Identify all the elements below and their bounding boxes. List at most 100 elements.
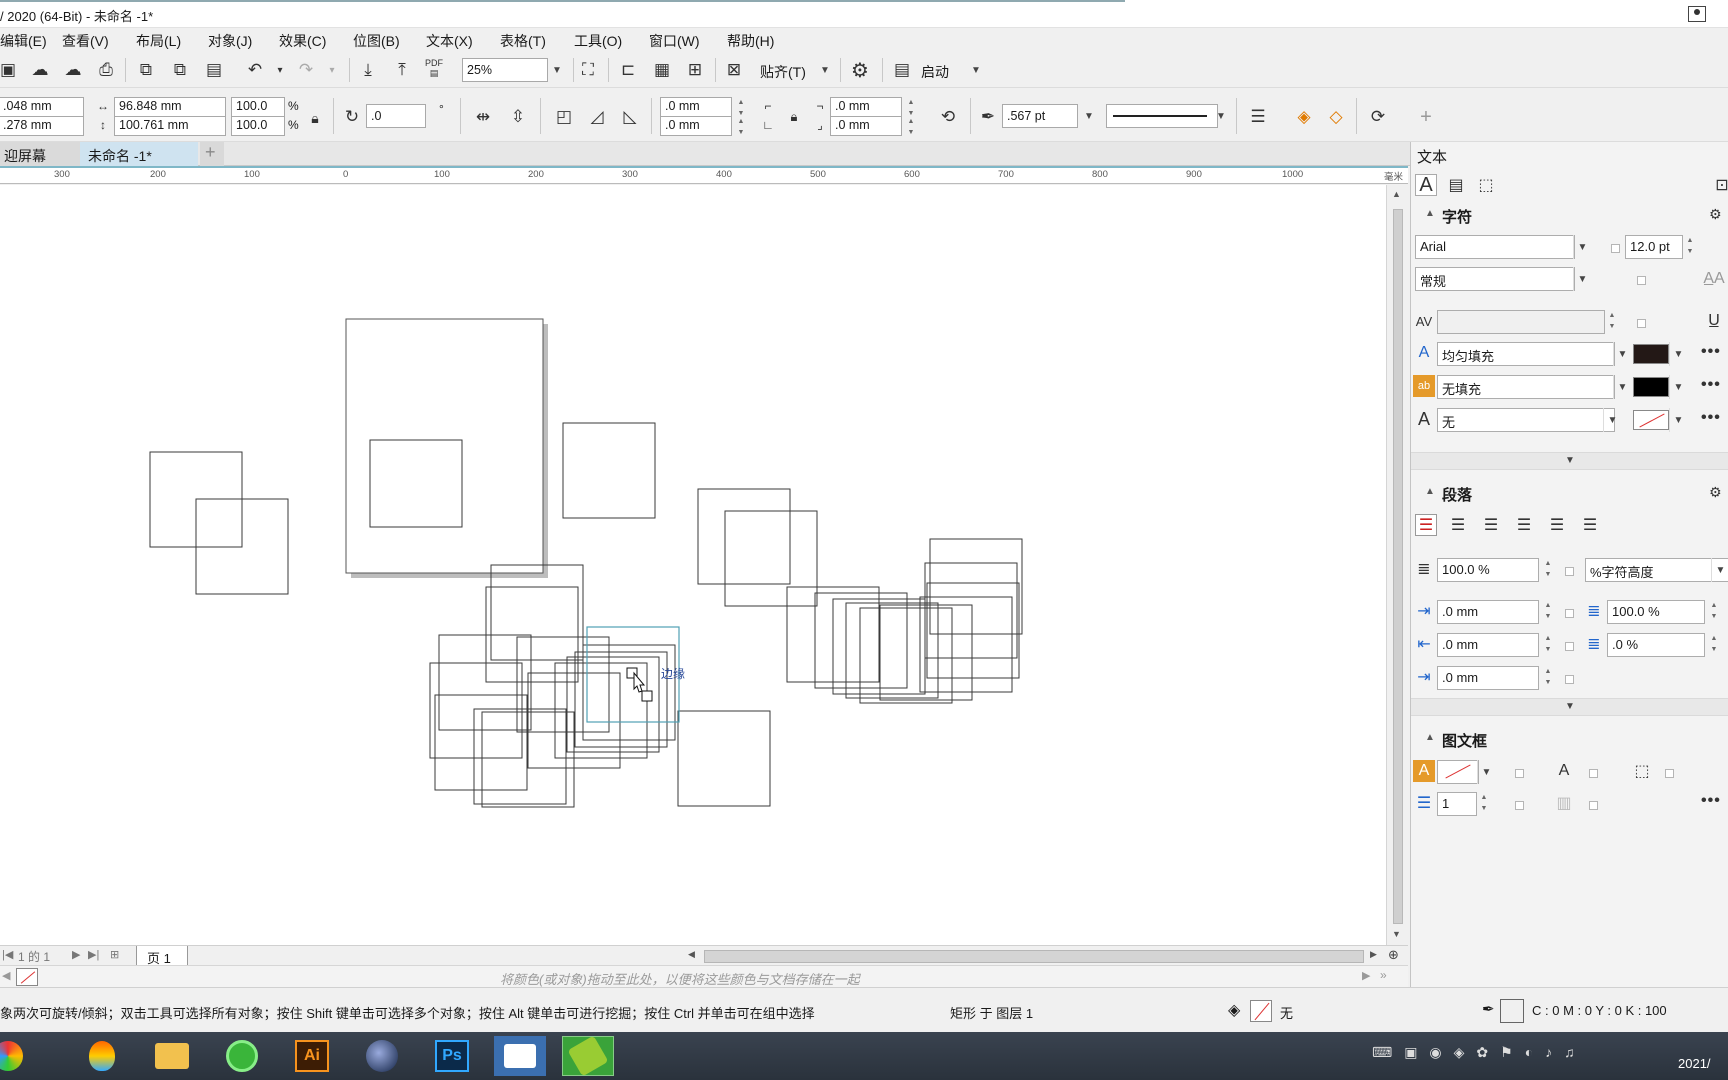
first-line-indent-field[interactable]: .0 mm: [1437, 600, 1539, 624]
rectangle[interactable]: [490, 564, 584, 661]
taskbar-cinema4d-icon[interactable]: [356, 1036, 408, 1076]
space-after-spinner[interactable]: ▲ ▼: [1707, 633, 1721, 657]
mirror-horizontal-icon[interactable]: ⇹: [471, 105, 495, 129]
collapse-triangle-icon[interactable]: ▲: [1425, 208, 1435, 219]
system-tray-icons[interactable]: ⌨▣◉◈✿⚑◐♪♫: [1372, 1044, 1587, 1061]
launch-icon[interactable]: ▤: [890, 58, 914, 82]
height-field[interactable]: 100.761 mm: [114, 116, 226, 136]
show-rulers-icon[interactable]: ⊏: [616, 58, 640, 82]
rectangle[interactable]: [697, 488, 791, 585]
taskbar-coreldraw-icon[interactable]: [562, 1035, 614, 1077]
menu-view[interactable]: 查看(V): [62, 31, 109, 51]
width-field[interactable]: 96.848 mm: [114, 97, 226, 117]
redo-icon[interactable]: ↷: [294, 58, 318, 82]
bg-fill-dropdown-icon[interactable]: ▼: [1613, 375, 1631, 399]
menu-object[interactable]: 对象(J): [208, 31, 252, 51]
first-page-icon[interactable]: |◀: [2, 948, 13, 961]
export-icon[interactable]: ⤒: [390, 58, 414, 82]
convert-to-curves-icon[interactable]: ⟳: [1366, 105, 1390, 129]
outline-color-swatch[interactable]: [1633, 410, 1669, 430]
frame-section-header[interactable]: ▲ 图文框: [1411, 726, 1728, 752]
vertical-scroll-thumb[interactable]: [1393, 209, 1403, 924]
outline-color-dropdown-icon[interactable]: ▼: [1669, 408, 1687, 432]
menu-table[interactable]: 表格(T): [500, 31, 546, 51]
zoom-navigator-icon[interactable]: ⊕: [1388, 947, 1399, 963]
snap-to-label[interactable]: 贴齐(T): [760, 62, 806, 82]
taskbar-illustrator-icon[interactable]: Ai: [286, 1036, 338, 1076]
rectangle[interactable]: [924, 562, 1018, 659]
copy-icon[interactable]: ⧉: [168, 58, 192, 82]
zoom-level-field[interactable]: 25%: [462, 58, 548, 82]
taskbar-video-icon[interactable]: [494, 1036, 546, 1076]
more-options-icon[interactable]: •••: [1701, 343, 1721, 361]
rectangle[interactable]: [814, 592, 908, 689]
align-left-icon[interactable]: ☰: [1447, 514, 1469, 536]
mirror-vertical-icon[interactable]: ⇳: [506, 105, 530, 129]
horizontal-scroll-thumb[interactable]: [704, 950, 1364, 963]
tab-welcome-screen[interactable]: 迎屏幕: [0, 142, 80, 166]
checkbox[interactable]: [1565, 567, 1574, 576]
lock-ratio-icon[interactable]: 🔒︎: [303, 106, 327, 130]
show-guidelines-icon[interactable]: ⊞: [683, 58, 707, 82]
scalloped-corner-icon[interactable]: ◿: [585, 105, 609, 129]
character-settings-gear-icon[interactable]: ⚙: [1709, 206, 1722, 223]
horizontal-ruler[interactable]: 300 200 100 0 100 200 300 400 500 600 70…: [0, 166, 1408, 184]
vertical-scrollbar[interactable]: ▲ ▼: [1386, 185, 1408, 945]
cloud-download-icon[interactable]: ☁: [28, 58, 52, 82]
checkbox[interactable]: [1637, 276, 1646, 285]
frame-color-field[interactable]: [1437, 760, 1479, 784]
font-size-field[interactable]: 12.0 pt: [1625, 235, 1683, 259]
checkbox[interactable]: [1589, 801, 1598, 810]
corner-radius-bottom-left[interactable]: .0 mm: [660, 116, 732, 136]
spinner-arrows[interactable]: ▲ ▼: [904, 97, 918, 117]
palette-scroll-right-icon[interactable]: ▶: [1362, 969, 1370, 982]
import-icon[interactable]: ⤓: [356, 58, 380, 82]
more-options-icon[interactable]: •••: [1701, 409, 1721, 427]
text-fill-color-swatch[interactable]: [1633, 344, 1669, 364]
paragraph-section-header[interactable]: ▲ 段落 ⚙: [1411, 480, 1728, 506]
checkbox[interactable]: [1589, 769, 1598, 778]
font-family-dropdown-icon[interactable]: ▼: [1573, 235, 1591, 259]
taskbar-folder-icon[interactable]: [146, 1036, 198, 1076]
frame-fit-icon[interactable]: ⬚: [1631, 760, 1653, 782]
font-family-field[interactable]: Arial: [1415, 235, 1575, 259]
rectangle[interactable]: [429, 662, 523, 759]
force-justify-icon[interactable]: ☰: [1579, 514, 1601, 536]
outline-color-indicator[interactable]: [1500, 999, 1524, 1023]
no-alignment-icon[interactable]: ☰: [1415, 514, 1437, 536]
rectangle[interactable]: [677, 710, 771, 807]
taskbar-browser-icon[interactable]: [216, 1036, 268, 1076]
collapse-triangle-icon[interactable]: ▲: [1425, 732, 1435, 743]
more-options-icon[interactable]: •••: [1701, 792, 1721, 810]
taskbar-app-icon[interactable]: [0, 1036, 34, 1076]
outline-width-dropdown-icon[interactable]: ▼: [1080, 106, 1098, 126]
checkbox[interactable]: [1611, 244, 1620, 253]
paste-icon[interactable]: ▤: [202, 58, 226, 82]
launch-label[interactable]: 启动: [921, 62, 949, 82]
checkbox[interactable]: [1637, 319, 1646, 328]
scroll-down-icon[interactable]: ▼: [1392, 929, 1401, 939]
menu-bitmap[interactable]: 位图(B): [353, 31, 400, 51]
rotation-angle-field[interactable]: .0: [366, 104, 426, 128]
rectangle[interactable]: [566, 656, 660, 753]
bg-color-dropdown-icon[interactable]: ▼: [1669, 375, 1687, 399]
font-style-field[interactable]: 常规: [1415, 267, 1575, 291]
collapse-triangle-icon[interactable]: ▲: [1425, 486, 1435, 497]
add-toolbar-icon[interactable]: +: [1414, 105, 1438, 129]
scroll-up-icon[interactable]: ▲: [1392, 189, 1401, 199]
more-options-icon[interactable]: •••: [1701, 376, 1721, 394]
last-page-icon[interactable]: ▶|: [88, 948, 99, 961]
menu-effects[interactable]: 效果(C): [279, 31, 326, 51]
text-fill-type-field[interactable]: 均匀填充: [1437, 342, 1615, 366]
user-account-icon[interactable]: [1688, 6, 1706, 22]
docker-menu-icon[interactable]: ⊡: [1711, 174, 1728, 196]
relative-corner-scaling-icon[interactable]: ⟲: [936, 105, 960, 129]
paragraph-tab-icon[interactable]: ▤: [1445, 174, 1467, 196]
undo-dropdown-icon[interactable]: ▾: [268, 58, 292, 82]
next-page-icon[interactable]: ▶: [72, 948, 80, 961]
full-screen-icon[interactable]: ⛶: [576, 58, 600, 82]
scroll-left-icon[interactable]: ◀: [688, 949, 695, 960]
rectangle[interactable]: [582, 644, 676, 741]
drawing-canvas[interactable]: 边缘: [0, 185, 1386, 945]
checkbox[interactable]: [1565, 675, 1574, 684]
